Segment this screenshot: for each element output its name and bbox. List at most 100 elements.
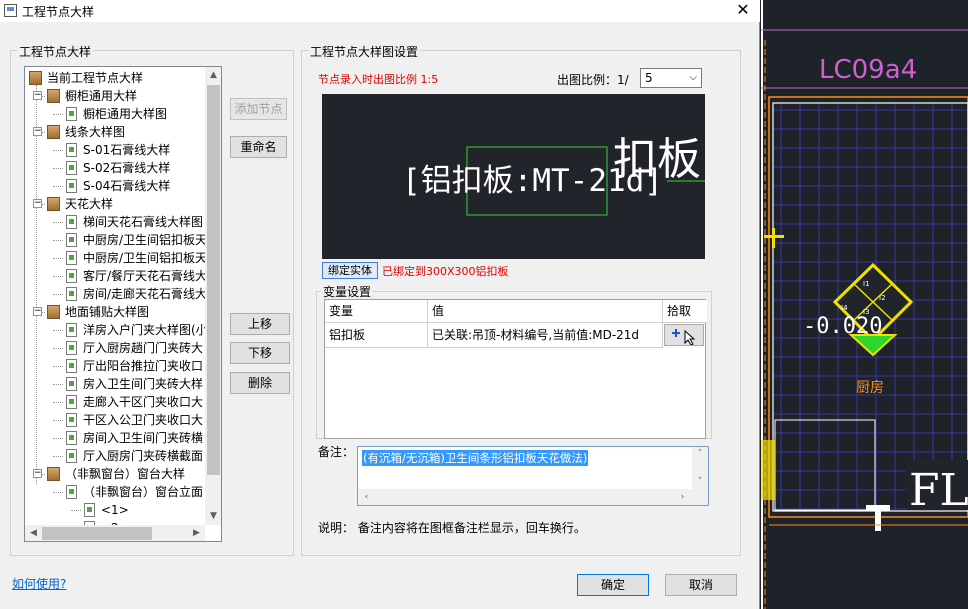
grid-header-pick: 拾取 (663, 300, 707, 323)
document-icon (84, 503, 95, 517)
tree-folder-item[interactable]: − （非飘窗台）窗台大样 (25, 465, 203, 483)
tree-vertical-scroll-thumb[interactable] (207, 85, 220, 475)
tree-leaf-item[interactable]: 橱柜通用大样图 (25, 105, 203, 123)
notes-scroll-right-icon[interactable]: › (674, 489, 691, 505)
collapse-icon[interactable]: − (33, 469, 42, 478)
tree-item-label: 厅入厨房趟门门夹砖大 (83, 341, 204, 355)
tree-leaf-item[interactable]: 房入卫生间门夹砖大样 (25, 375, 203, 393)
tree-item-label: （非飘窗台）窗台立面 (83, 485, 204, 499)
tree-leaf-item[interactable]: 洋房入户门夹大样图(小 (25, 321, 208, 339)
tree-leaf-item[interactable]: S-01石膏线大样 (25, 141, 203, 159)
ok-button[interactable]: 确定 (577, 574, 649, 596)
tree-leaf-item[interactable]: 干区入公卫门夹收口大 (25, 411, 203, 429)
notes-label: 备注： (318, 445, 355, 459)
cad-yellow-mark-2 (772, 228, 775, 248)
document-icon (66, 377, 77, 391)
tree-item-label: 走廊入干区门夹收口大 (83, 395, 204, 409)
chevron-down-icon: ⌵ (689, 72, 697, 83)
cad-room-label: 厨房 (856, 380, 884, 396)
tree-guide (53, 384, 63, 385)
collapse-icon[interactable]: − (33, 127, 42, 136)
tree-guide (53, 186, 63, 187)
help-link[interactable]: 如何使用? (12, 575, 66, 592)
document-icon (66, 359, 77, 373)
tree-leaf-item[interactable]: 中厨房/卫生间铝扣板天 (25, 231, 207, 249)
tree-leaf-item[interactable]: 走廊入干区门夹收口大 (25, 393, 203, 411)
tree-item-label: 橱柜通用大样 (65, 89, 138, 103)
tree-leaf-item[interactable]: 厅入厨房趟门门夹砖大 (25, 339, 203, 357)
tree-leaf-item[interactable]: S-04石膏线大样 (25, 177, 203, 195)
tree-vertical-scrollbar[interactable]: ▲ ▼ (205, 67, 221, 525)
tree-item-label: 梯间天花石膏线大样图 (83, 215, 204, 229)
scroll-left-icon[interactable]: ◀ (25, 525, 42, 541)
cad-canvas[interactable]: LC09a4 I1 I2 I3 I4 -0.020 厨房 FL (761, 0, 968, 609)
scroll-down-icon[interactable]: ▼ (205, 508, 221, 525)
tree-guide (71, 510, 81, 511)
notes-text: (有沉箱/无沉箱)卫生间条形铝扣板天花做法) (362, 450, 589, 466)
tree-leaf-item[interactable]: S-02石膏线大样 (25, 159, 203, 177)
tree-leaf-item[interactable]: 房间入卫生间门夹砖横 (25, 429, 203, 447)
tree-guide (53, 456, 63, 457)
tree-folder-item[interactable]: − 天花大样 (25, 195, 203, 213)
tree-folder-item[interactable]: − 橱柜通用大样 (25, 87, 203, 105)
tree-guide (53, 150, 63, 151)
cad-yellow-block (761, 440, 775, 500)
delete-button[interactable]: 删除 (230, 372, 290, 394)
tree-horizontal-scrollbar[interactable]: ◀ ▶ (25, 525, 205, 541)
tree-guide (53, 420, 63, 421)
tree-leaf-item[interactable]: （非飘窗台）窗台立面 (25, 483, 203, 501)
tree-horizontal-scroll-thumb[interactable] (42, 527, 152, 540)
rename-button[interactable]: 重命名 (230, 136, 287, 158)
tree-item-label: S-01石膏线大样 (83, 143, 171, 157)
notes-scroll-down-icon[interactable]: ˅ (692, 475, 708, 489)
document-icon (66, 341, 77, 355)
add-node-button[interactable]: 添加节点 (230, 98, 287, 120)
document-icon (66, 449, 77, 463)
close-button[interactable]: ✕ (732, 1, 754, 21)
tree-leaf-item[interactable]: 厅出阳台推拉门夹收口 (25, 357, 203, 375)
tree-leaf-item[interactable]: 客厅/餐厅天花石膏线大 (25, 267, 207, 285)
grid-cell-variable[interactable]: 铝扣板 (325, 323, 428, 348)
tree-folder-item[interactable]: − 线条大样图 (25, 123, 203, 141)
document-icon (66, 233, 77, 247)
scale-value: 5 (645, 71, 653, 85)
cad-drawing: LC09a4 I1 I2 I3 I4 -0.020 厨房 FL (761, 0, 968, 609)
collapse-icon[interactable]: − (33, 199, 42, 208)
tree-leaf-item[interactable]: <1> (25, 501, 203, 519)
grid-cell-value[interactable]: 已关联:吊顶-材料编号,当前值:MD-21d (428, 323, 663, 348)
tree-guide (53, 348, 63, 349)
explanation-text: 说明： 备注内容将在图框备注栏显示，回车换行。 (318, 521, 586, 535)
cancel-button[interactable]: 取消 (665, 574, 737, 596)
collapse-icon[interactable]: − (33, 91, 42, 100)
scale-select[interactable]: 5 ⌵ (640, 68, 702, 88)
tree-item-label: 洋房入户门夹大样图(小 (83, 323, 208, 337)
tree-leaf-item[interactable]: 中厨房/卫生间铝扣板天 (25, 249, 207, 267)
tree-leaf-item[interactable]: 房间/走廊天花石膏线大 (25, 285, 207, 303)
preview-canvas: [铝扣板:MT-21d] 扣板 (322, 94, 705, 259)
notes-vertical-scrollbar[interactable]: ˄ ˅ (692, 447, 708, 505)
tree-leaf-item[interactable]: 梯间天花石膏线大样图 (25, 213, 203, 231)
move-down-button[interactable]: 下移 (230, 342, 290, 364)
tree-item-label: 地面铺贴大样图 (65, 305, 150, 319)
tree-guide (53, 222, 63, 223)
tree-item-label: 房间/走廊天花石膏线大 (83, 287, 208, 301)
tree-root-label: 当前工程节点大样 (47, 71, 144, 85)
scroll-up-icon[interactable]: ▲ (205, 67, 221, 84)
notes-textarea[interactable]: (有沉箱/无沉箱)卫生间条形铝扣板天花做法) ‹ › ˄ ˅ (357, 446, 709, 506)
notes-horizontal-scrollbar[interactable]: ‹ › (358, 489, 692, 505)
notes-scroll-up-icon[interactable]: ˄ (692, 447, 708, 461)
collapse-icon[interactable]: − (33, 307, 42, 316)
scroll-right-icon[interactable]: ▶ (188, 525, 205, 541)
tree-guide (53, 330, 63, 331)
tree-guide (53, 366, 63, 367)
tree-leaf-item[interactable]: 厅入厨房门夹砖横截面 (25, 447, 203, 465)
move-up-button[interactable]: 上移 (230, 313, 290, 335)
tree-item-label: S-04石膏线大样 (83, 179, 171, 193)
window-title: 工程节点大样 (22, 5, 95, 19)
bind-entity-button[interactable]: 绑定实体 (322, 262, 378, 279)
tree-folder-item[interactable]: − 地面铺贴大样图 (25, 303, 203, 321)
grid-header-value: 值 (428, 300, 663, 323)
node-tree[interactable]: 当前工程节点大样 − 橱柜通用大样 橱柜通用大样图 − 线条大样图 S-01石膏线大样 S-0… (24, 66, 222, 542)
pick-button[interactable] (664, 324, 704, 346)
notes-scroll-left-icon[interactable]: ‹ (358, 489, 375, 505)
